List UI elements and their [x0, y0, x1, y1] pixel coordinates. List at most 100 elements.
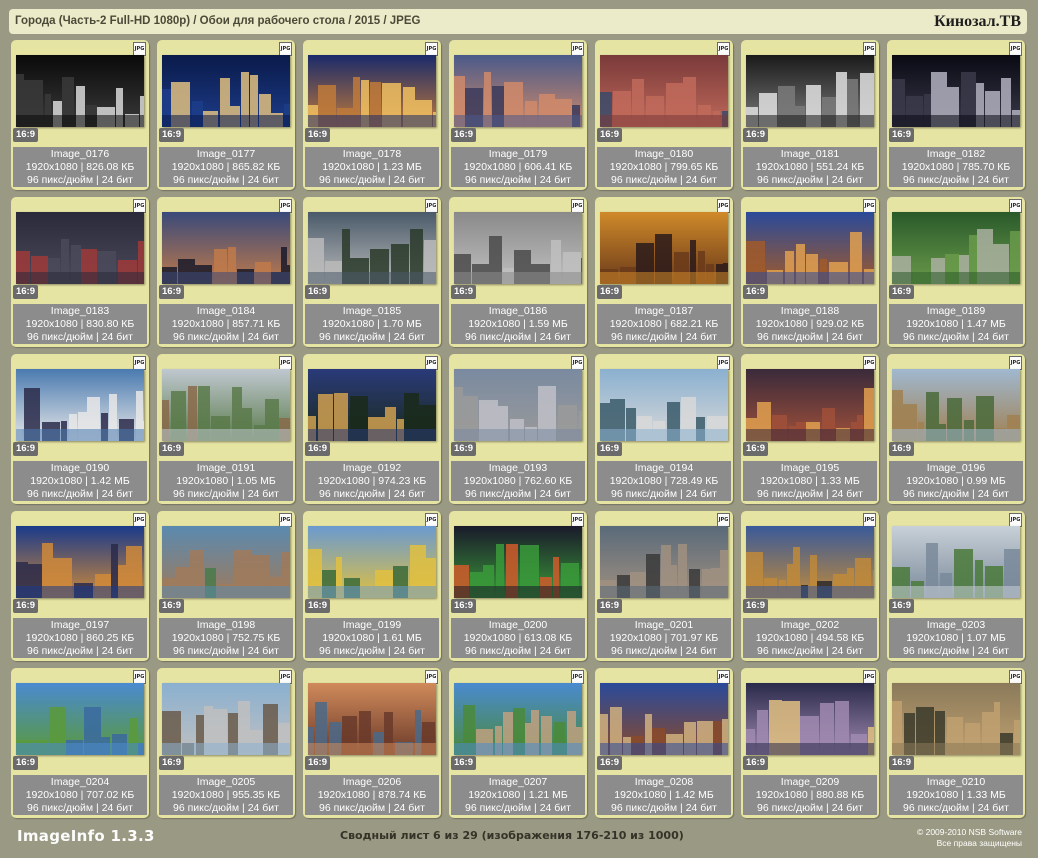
image-name: Image_0208: [634, 776, 694, 788]
aspect-ratio-badge: 16:9: [743, 756, 768, 770]
thumbnail-card[interactable]: JPG 16:9 Image_0210 1920x1080 | 1.33 МБ 96 п…: [887, 668, 1025, 818]
thumbnail-image[interactable]: [16, 369, 144, 441]
thumbnail-card[interactable]: JPG 16:9 Image_0193 1920x1080 | 762.60 КБ 96…: [449, 354, 587, 504]
image-name: Image_0181: [780, 148, 840, 160]
thumbnail-image[interactable]: [308, 526, 436, 598]
thumbnail-card[interactable]: JPG 16:9 Image_0201 1920x1080 | 701.97 КБ 96…: [595, 511, 733, 661]
thumbnail-image[interactable]: [162, 369, 290, 441]
thumbnail-image[interactable]: [454, 526, 582, 598]
thumbnail-image[interactable]: [600, 55, 728, 127]
thumbnail-card[interactable]: JPG 16:9 Image_0204 1920x1080 | 707.02 КБ 96…: [11, 668, 149, 818]
thumbnail-card[interactable]: JPG 16:9 Image_0187 1920x1080 | 682.21 КБ 96…: [595, 197, 733, 347]
thumbnail-image[interactable]: [308, 55, 436, 127]
thumbnail-card[interactable]: JPG 16:9 Image_0177 1920x1080 | 865.82 КБ 96…: [157, 40, 295, 190]
image-format: 96 пикс/дюйм | 24 бит: [903, 488, 1009, 500]
thumbnail-card[interactable]: JPG 16:9 Image_0207 1920x1080 | 1.21 МБ 96 п…: [449, 668, 587, 818]
thumbnail-image[interactable]: [746, 526, 874, 598]
thumbnail-image[interactable]: [892, 526, 1020, 598]
thumbnail-card[interactable]: JPG 16:9 Image_0203 1920x1080 | 1.07 МБ 96 п…: [887, 511, 1025, 661]
thumbnail-image[interactable]: [16, 526, 144, 598]
thumbnail-image[interactable]: [308, 369, 436, 441]
thumbnail-card[interactable]: JPG 16:9 Image_0176 1920x1080 | 826.08 КБ 96…: [11, 40, 149, 190]
image-format: 96 пикс/дюйм | 24 бит: [319, 331, 425, 343]
thumbnail-card[interactable]: JPG 16:9 Image_0180 1920x1080 | 799.65 КБ 96…: [595, 40, 733, 190]
thumbnail-image[interactable]: [162, 526, 290, 598]
thumbnail-image[interactable]: [454, 683, 582, 755]
jpg-file-icon: JPG: [571, 513, 584, 527]
jpg-file-icon: JPG: [425, 670, 438, 684]
thumbnail-card[interactable]: JPG 16:9 Image_0181 1920x1080 | 551.24 КБ 96…: [741, 40, 879, 190]
thumbnail-image[interactable]: [16, 683, 144, 755]
aspect-ratio-badge: 16:9: [13, 285, 38, 299]
thumbnail-image[interactable]: [600, 369, 728, 441]
thumbnail-card[interactable]: JPG 16:9 Image_0182 1920x1080 | 785.70 КБ 96…: [887, 40, 1025, 190]
thumbnail-card[interactable]: JPG 16:9 Image_0202 1920x1080 | 494.58 КБ 96…: [741, 511, 879, 661]
thumbnail-image[interactable]: [162, 683, 290, 755]
image-format: 96 пикс/дюйм | 24 бит: [611, 802, 717, 814]
thumbnail-card[interactable]: JPG 16:9 Image_0184 1920x1080 | 857.71 КБ 96…: [157, 197, 295, 347]
thumbnail-image[interactable]: [16, 212, 144, 284]
thumbnail-card[interactable]: JPG 16:9 Image_0209 1920x1080 | 880.88 КБ 96…: [741, 668, 879, 818]
thumbnail-card[interactable]: JPG 16:9 Image_0198 1920x1080 | 752.75 КБ 96…: [157, 511, 295, 661]
thumbnail-card[interactable]: JPG 16:9 Image_0205 1920x1080 | 955.35 КБ 96…: [157, 668, 295, 818]
thumbnail-card[interactable]: JPG 16:9 Image_0179 1920x1080 | 606.41 КБ 96…: [449, 40, 587, 190]
jpg-file-icon: JPG: [863, 199, 876, 213]
thumbnail-image[interactable]: [746, 55, 874, 127]
thumbnail-card[interactable]: JPG 16:9 Image_0199 1920x1080 | 1.61 МБ 96 п…: [303, 511, 441, 661]
jpg-file-icon: JPG: [1009, 199, 1022, 213]
thumbnail-image[interactable]: [892, 212, 1020, 284]
app-name: ImageInfo 1.3.3: [17, 827, 155, 845]
thumbnail-image[interactable]: [162, 212, 290, 284]
thumbnail-card[interactable]: JPG 16:9 Image_0196 1920x1080 | 0.99 МБ 96 п…: [887, 354, 1025, 504]
thumbnail-image[interactable]: [892, 55, 1020, 127]
image-dimensions: 1920x1080 | 1.23 МБ: [322, 161, 422, 173]
jpg-file-icon: JPG: [425, 42, 438, 56]
thumbnail-image[interactable]: [600, 212, 728, 284]
jpg-file-icon: JPG: [133, 42, 146, 56]
image-info: Image_0205 1920x1080 | 955.35 КБ 96 пикс/д…: [159, 775, 293, 815]
image-info: Image_0183 1920x1080 | 830.80 КБ 96 пикс/д…: [13, 304, 147, 344]
thumbnail-image[interactable]: [454, 369, 582, 441]
thumbnail-card[interactable]: JPG 16:9 Image_0183 1920x1080 | 830.80 КБ 96…: [11, 197, 149, 347]
thumbnail-card[interactable]: JPG 16:9 Image_0197 1920x1080 | 860.25 КБ 96…: [11, 511, 149, 661]
thumbnail-image[interactable]: [892, 369, 1020, 441]
thumbnail-image[interactable]: [746, 683, 874, 755]
thumbnail-card[interactable]: JPG 16:9 Image_0192 1920x1080 | 974.23 КБ 96…: [303, 354, 441, 504]
thumbnail-image[interactable]: [16, 55, 144, 127]
thumbnail-image[interactable]: [600, 683, 728, 755]
thumbnail-card[interactable]: JPG 16:9 Image_0185 1920x1080 | 1.70 МБ 96 п…: [303, 197, 441, 347]
thumbnail-card[interactable]: JPG 16:9 Image_0208 1920x1080 | 1.42 МБ 96 п…: [595, 668, 733, 818]
jpg-file-icon: JPG: [863, 513, 876, 527]
thumbnail-card[interactable]: JPG 16:9 Image_0190 1920x1080 | 1.42 МБ 96 п…: [11, 354, 149, 504]
image-name: Image_0207: [488, 776, 548, 788]
thumbnail-card[interactable]: JPG 16:9 Image_0191 1920x1080 | 1.05 МБ 96 п…: [157, 354, 295, 504]
image-name: Image_0200: [488, 619, 548, 631]
image-name: Image_0198: [196, 619, 256, 631]
thumbnail-card[interactable]: JPG 16:9 Image_0194 1920x1080 | 728.49 КБ 96…: [595, 354, 733, 504]
image-dimensions: 1920x1080 | 613.08 КБ: [463, 632, 573, 644]
aspect-ratio-badge: 16:9: [451, 285, 476, 299]
image-info: Image_0193 1920x1080 | 762.60 КБ 96 пикс/д…: [451, 461, 585, 501]
thumbnail-image[interactable]: [308, 683, 436, 755]
jpg-file-icon: JPG: [717, 513, 730, 527]
jpg-file-icon: JPG: [863, 670, 876, 684]
thumbnail-card[interactable]: JPG 16:9 Image_0186 1920x1080 | 1.59 МБ 96 п…: [449, 197, 587, 347]
thumbnail-card[interactable]: JPG 16:9 Image_0195 1920x1080 | 1.33 МБ 96 п…: [741, 354, 879, 504]
thumbnail-card[interactable]: JPG 16:9 Image_0188 1920x1080 | 929.02 КБ 96…: [741, 197, 879, 347]
thumbnail-card[interactable]: JPG 16:9 Image_0206 1920x1080 | 878.74 КБ 96…: [303, 668, 441, 818]
thumbnail-card[interactable]: JPG 16:9 Image_0189 1920x1080 | 1.47 МБ 96 п…: [887, 197, 1025, 347]
image-name: Image_0197: [50, 619, 110, 631]
thumbnail-image[interactable]: [454, 212, 582, 284]
thumbnail-card[interactable]: JPG 16:9 Image_0200 1920x1080 | 613.08 КБ 96…: [449, 511, 587, 661]
thumbnail-image[interactable]: [746, 369, 874, 441]
thumbnail-image[interactable]: [892, 683, 1020, 755]
thumbnail-image[interactable]: [454, 55, 582, 127]
thumbnail-image[interactable]: [746, 212, 874, 284]
brand-logo: Кинозал.ТВ: [934, 13, 1021, 30]
aspect-ratio-badge: 16:9: [597, 442, 622, 456]
thumbnail-image[interactable]: [600, 526, 728, 598]
thumbnail-image[interactable]: [308, 212, 436, 284]
aspect-ratio-badge: 16:9: [305, 442, 330, 456]
thumbnail-card[interactable]: JPG 16:9 Image_0178 1920x1080 | 1.23 МБ 96 п…: [303, 40, 441, 190]
thumbnail-image[interactable]: [162, 55, 290, 127]
